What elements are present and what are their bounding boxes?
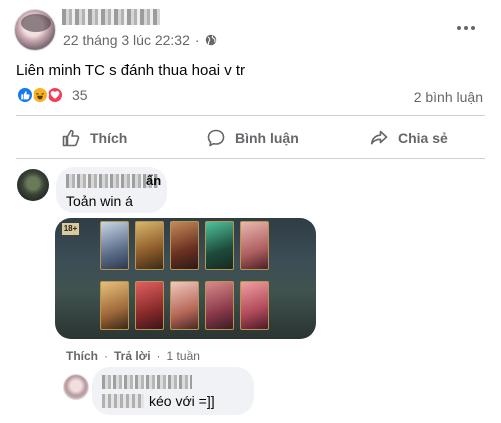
commenter-avatar[interactable] — [17, 169, 49, 201]
like-button[interactable]: Thích — [61, 126, 127, 150]
comment-count-link[interactable]: 2 bình luận — [414, 89, 483, 105]
age-rating-badge: 18+ — [62, 223, 79, 235]
post-timestamp[interactable]: 22 tháng 3 lúc 22:32 — [63, 32, 190, 48]
reply-text-blurred — [102, 394, 144, 408]
champion-card — [135, 281, 164, 330]
reactions-summary[interactable]: 35 — [16, 86, 88, 104]
author-avatar[interactable] — [14, 9, 56, 51]
dot-icon — [471, 26, 475, 30]
champion-card — [205, 281, 234, 330]
dot-icon — [464, 26, 468, 30]
champion-card — [100, 221, 129, 270]
like-label: Thích — [90, 130, 128, 146]
action-separator: · — [156, 349, 161, 363]
comment-time[interactable]: 1 tuần — [167, 349, 200, 363]
reply-name-blurred[interactable] — [102, 375, 192, 389]
like-reaction-icon — [16, 86, 34, 104]
share-button[interactable]: Chia sẻ — [369, 126, 448, 150]
more-options-button[interactable] — [455, 20, 477, 36]
champion-card — [170, 221, 199, 270]
divider — [16, 115, 485, 116]
champion-card — [135, 221, 164, 270]
author-name-blurred[interactable] — [62, 9, 160, 25]
comment-button[interactable]: Bình luận — [206, 126, 299, 150]
globe-icon — [205, 34, 216, 46]
meta-separator: · — [194, 32, 200, 48]
comment-reply-link[interactable]: Trả lời — [114, 349, 151, 363]
champion-card — [240, 221, 269, 270]
thumbs-up-icon — [62, 129, 80, 147]
comment-like-link[interactable]: Thích — [66, 349, 98, 363]
reply-avatar[interactable] — [63, 374, 89, 400]
commenter-name-blurred[interactable] — [66, 174, 158, 188]
champion-card — [240, 281, 269, 330]
champion-card — [100, 281, 129, 330]
comment-text: Toản win á — [66, 193, 133, 209]
comment-attached-image[interactable]: 18+ — [55, 218, 316, 339]
comment-bubble-icon — [207, 129, 225, 147]
divider — [16, 158, 485, 159]
reaction-count: 35 — [72, 87, 88, 103]
reply-text: kéo với =]] — [149, 393, 215, 409]
dot-icon — [457, 26, 461, 30]
share-label: Chia sẻ — [398, 130, 448, 146]
champion-card — [205, 221, 234, 270]
post-text: Liên minh TC s đánh thua hoai v tr — [16, 62, 246, 79]
commenter-name-tail[interactable]: ấn — [146, 173, 161, 188]
comment-actions: Thích · Trả lời · 1 tuần — [66, 349, 200, 363]
comment-label: Bình luận — [235, 130, 299, 146]
champion-card — [170, 281, 199, 330]
share-arrow-icon — [370, 130, 388, 145]
post-meta: 22 tháng 3 lúc 22:32 · — [63, 32, 217, 48]
action-separator: · — [104, 349, 108, 363]
